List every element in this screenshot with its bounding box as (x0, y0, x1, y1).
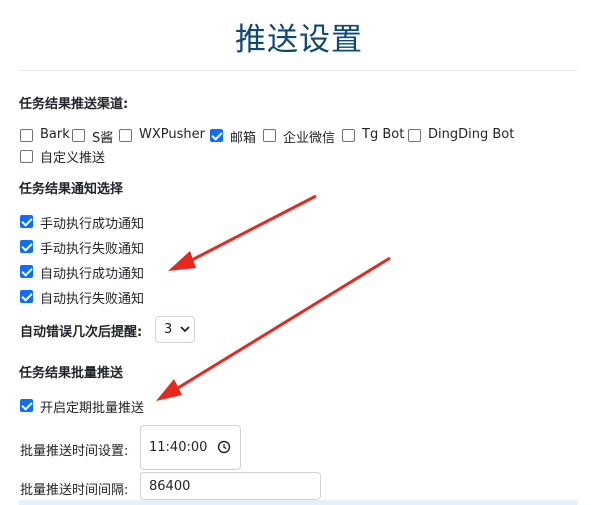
error-count-label: 自动错误几次后提醒: (20, 325, 143, 340)
batch-label: 任务结果批量推送 (19, 366, 124, 381)
checkbox-label-auto-success: 自动执行成功通知 (40, 267, 145, 282)
checkbox-auto-success[interactable] (20, 265, 33, 278)
checkbox-label-email: 邮箱 (230, 131, 257, 146)
checkbox-sjiang[interactable] (72, 129, 85, 142)
checkbox-manual-fail[interactable] (20, 240, 33, 253)
checkbox-auto-fail[interactable] (20, 290, 33, 303)
batch-time-label: 批量推送时间设置: (20, 444, 129, 459)
checkbox-wecom[interactable] (263, 129, 276, 142)
divider (19, 70, 577, 71)
footer-band (19, 500, 577, 505)
checkbox-label-batch-enable: 开启定期批量推送 (40, 401, 145, 416)
chevron-down-icon (180, 326, 190, 333)
batch-time-input[interactable]: 11:40:00 (140, 425, 241, 470)
checkbox-label-custom-push: 自定义推送 (40, 151, 106, 166)
checkbox-bark[interactable] (20, 129, 33, 142)
checkbox-label-manual-fail: 手动执行失败通知 (40, 242, 145, 257)
checkbox-label-bark: Bark (40, 127, 70, 142)
notify-label: 任务结果通知选择 (19, 182, 124, 197)
checkbox-email[interactable] (210, 129, 223, 142)
checkbox-label-manual-success: 手动执行成功通知 (40, 217, 145, 232)
checkbox-label-tg-bot: Tg Bot (362, 127, 405, 142)
error-count-select[interactable]: 3 (155, 316, 195, 343)
batch-interval-value: 86400 (149, 479, 191, 494)
checkbox-label-sjiang: S酱 (92, 131, 114, 146)
checkbox-manual-success[interactable] (20, 215, 33, 228)
batch-time-value: 11:40:00 (149, 440, 208, 455)
clock-icon[interactable] (217, 440, 231, 454)
checkbox-label-wxpusher: WXPusher (139, 127, 205, 142)
checkbox-label-dingding-bot: DingDing Bot (428, 127, 515, 142)
checkbox-label-wecom: 企业微信 (283, 131, 336, 146)
checkbox-tg-bot[interactable] (342, 129, 355, 142)
error-count-value: 3 (164, 322, 173, 337)
channels-label: 任务结果推送渠道: (19, 97, 129, 112)
checkbox-custom-push[interactable] (20, 150, 33, 163)
arrow-1 (168, 194, 317, 271)
checkbox-batch-enable[interactable] (20, 399, 33, 412)
checkbox-wxpusher[interactable] (119, 129, 132, 142)
batch-interval-input[interactable]: 86400 (140, 472, 321, 500)
batch-interval-label: 批量推送时间间隔: (20, 483, 129, 498)
page-title: 推送设置 (235, 22, 363, 58)
checkbox-dingding-bot[interactable] (408, 129, 421, 142)
checkbox-label-auto-fail: 自动执行失败通知 (40, 292, 145, 307)
